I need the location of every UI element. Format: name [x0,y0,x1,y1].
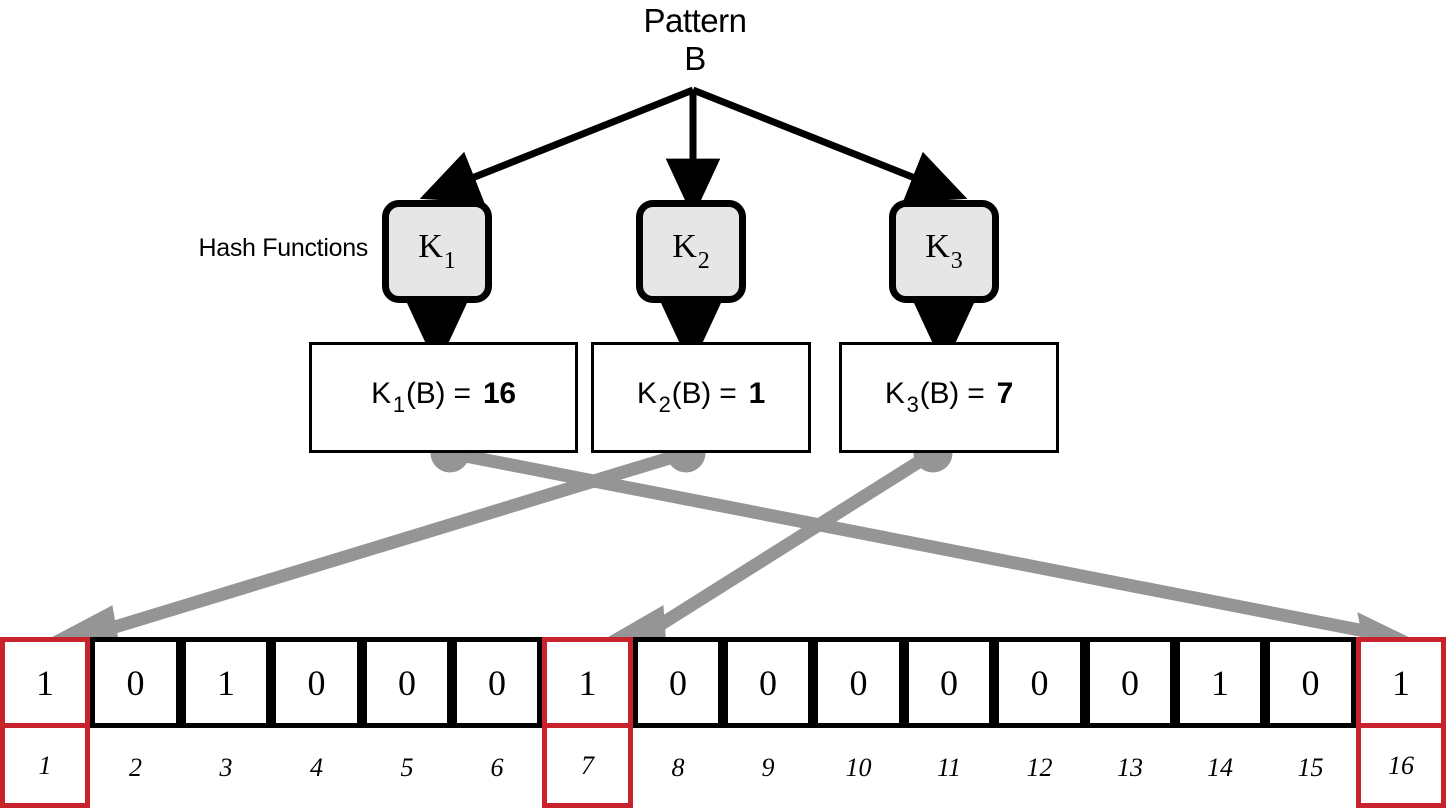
bit-cell-4[interactable]: 0 [271,637,362,728]
bit-value-5: 0 [398,662,416,703]
bit-index-label-14: 14 [1207,753,1233,782]
bit-value-1: 1 [36,662,54,703]
bit-index-8: 8 [633,728,723,808]
hash-function-k3-label: K3 [925,228,963,274]
hash-value-box-k2[interactable]: K2(B) = 1 [591,342,811,453]
bit-array: 1 0 1 0 0 0 1 0 0 0 0 0 0 1 0 1 [0,637,1446,728]
bit-value-8: 0 [669,662,687,703]
bit-index-3: 3 [181,728,271,808]
bit-cell-14[interactable]: 1 [1175,637,1265,728]
bit-value-10: 0 [849,662,868,703]
bit-value-12: 0 [1030,662,1049,703]
hash-to-value-arrows [405,300,976,368]
bit-index-label-7: 7 [581,750,594,780]
bit-cell-13[interactable]: 0 [1085,637,1175,728]
bit-index-10: 10 [813,728,904,808]
bit-cell-7[interactable]: 1 [542,637,633,728]
bit-index-1: 1 [0,728,90,808]
bit-cell-10[interactable]: 0 [813,637,904,728]
bit-index-11: 11 [904,728,994,808]
page-title: Pattern B [565,2,825,78]
bit-index-15: 15 [1265,728,1356,808]
bit-value-4: 0 [307,662,326,703]
hash-value-box-k1[interactable]: K1(B) = 16 [309,342,578,453]
bit-cell-8[interactable]: 0 [633,637,723,728]
bit-value-3: 1 [217,662,235,703]
hash-function-k2-label: K2 [672,228,710,274]
bit-index-label-11: 11 [936,753,962,782]
pattern-to-hash-arrows [419,86,968,218]
bit-value-13: 0 [1121,662,1139,703]
bit-index-12: 12 [994,728,1085,808]
hash-functions-label: Hash Functions [198,234,369,262]
arrow-pattern-to-k3 [691,86,968,203]
bit-cell-2[interactable]: 0 [90,637,181,728]
bit-cell-1[interactable]: 1 [0,637,90,728]
arrow-pattern-to-k1 [419,86,695,203]
bit-index-label-12: 12 [1026,753,1053,782]
bit-cell-15[interactable]: 0 [1265,637,1356,728]
bit-index-9: 9 [723,728,813,808]
bit-value-2: 0 [126,662,145,703]
bit-index-label-13: 13 [1117,753,1143,782]
bit-cell-3[interactable]: 1 [181,637,271,728]
hash-value-k3-text: K3(B) = 7 [884,377,1014,417]
bit-index-label-2: 2 [129,753,142,782]
hash-value-box-k3[interactable]: K3(B) = 7 [839,342,1059,453]
bit-index-label-3: 3 [219,753,233,782]
bit-index-label-8: 8 [671,753,685,782]
bit-value-16: 1 [1392,662,1410,703]
pattern-title-line2: B [684,40,706,77]
bit-value-15: 0 [1301,662,1320,703]
bit-index-label-15: 15 [1297,753,1324,782]
pattern-title-line1: Pattern [643,2,747,39]
bit-cell-11[interactable]: 0 [904,637,994,728]
bit-index-14: 14 [1175,728,1265,808]
bit-index-7: 7 [542,728,633,808]
bit-index-label-6: 6 [490,753,504,782]
bit-value-11: 0 [940,662,958,703]
bit-value-7: 1 [578,662,597,703]
hash-value-k1-text: K1(B) = 16 [371,377,516,417]
hash-function-box-k2[interactable]: K2 [636,200,746,303]
bit-index-2: 2 [90,728,181,808]
bit-index-label-5: 5 [400,753,414,782]
bit-value-9: 0 [759,662,777,703]
bit-cell-9[interactable]: 0 [723,637,813,728]
bit-value-6: 0 [488,662,506,703]
bit-cell-6[interactable]: 0 [452,637,542,728]
hash-value-k2-text: K2(B) = 1 [636,377,766,417]
bit-index-5: 5 [362,728,452,808]
bit-index-6: 6 [452,728,542,808]
bit-value-14: 1 [1211,662,1229,703]
bit-index-label-16: 16 [1388,750,1414,780]
connector-k2-to-cell1 [103,446,688,637]
bit-array-index-row: 1 2 3 4 5 6 7 8 9 10 11 12 13 14 15 16 [0,728,1446,808]
bit-index-label-4: 4 [310,753,323,782]
bit-cell-16[interactable]: 1 [1356,637,1446,728]
bit-index-label-1: 1 [38,750,52,780]
bit-index-label-9: 9 [761,753,775,782]
bit-index-label-10: 10 [845,753,872,782]
hash-function-box-k1[interactable]: K1 [382,200,492,303]
hash-function-k1-label: K1 [418,228,456,274]
bit-cell-12[interactable]: 0 [994,637,1085,728]
value-to-cell-connectors [40,433,1426,655]
hash-function-box-k3[interactable]: K3 [889,200,999,303]
bit-index-4: 4 [271,728,362,808]
bit-cell-5[interactable]: 0 [362,637,452,728]
bit-index-13: 13 [1085,728,1175,808]
bit-index-16: 16 [1356,728,1446,808]
bloom-filter-diagram: Pattern B Hash Functions K1 K2 K3 K1(B) … [0,0,1446,808]
